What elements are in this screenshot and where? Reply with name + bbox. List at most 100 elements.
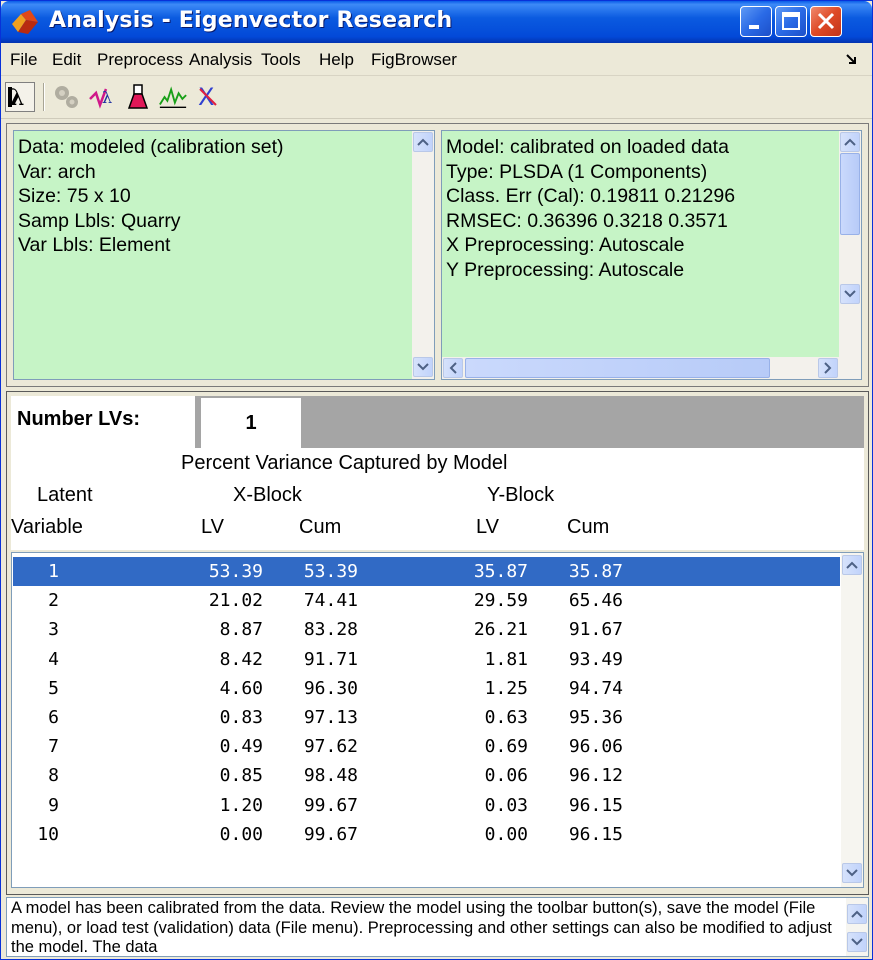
variance-title: Percent Variance Captured by Model (181, 452, 508, 474)
loadings-icon: λ (89, 88, 112, 109)
lv-selector-bar: Number LVs: 1 (11, 396, 864, 448)
y-lv-cell: 1.25 (484, 677, 528, 699)
table-row[interactable]: 9 1.20 99.67 0.03 96.15 (13, 791, 840, 820)
table-row[interactable]: 5 4.60 96.30 1.25 94.74 (13, 674, 840, 703)
table-row[interactable]: 3 8.87 83.28 26.21 91.67 (13, 615, 840, 644)
menu-edit[interactable]: Edit (52, 50, 81, 70)
x-cum-cell: 99.67 (303, 823, 358, 845)
x-lv-cell: 4.60 (219, 677, 263, 699)
close-button[interactable] (810, 6, 842, 37)
clear-model-button[interactable]: X (193, 82, 223, 112)
app-logo-icon (12, 10, 38, 34)
table-row[interactable]: 1 53.39 53.39 35.87 35.87 (13, 557, 840, 586)
model-info-hscrollbar[interactable] (442, 357, 861, 379)
model-info-panel[interactable]: Model: calibrated on loaded data Type: P… (441, 130, 862, 380)
scroll-right-button[interactable] (818, 358, 838, 378)
x-lv-cell: 21.02 (208, 590, 263, 612)
data-info-line: Var Lbls: Element (18, 234, 171, 256)
menu-file[interactable]: File (10, 50, 37, 70)
lambda-button[interactable]: λ (5, 82, 35, 112)
resize-arrow-icon[interactable] (845, 52, 859, 66)
minimize-icon (749, 25, 759, 29)
variance-header: Percent Variance Captured by Model Laten… (11, 448, 864, 550)
scroll-down-button[interactable] (840, 284, 860, 304)
table-row[interactable]: 6 0.83 97.13 0.63 95.36 (13, 703, 840, 732)
y-cum-cell: 96.15 (568, 823, 623, 845)
menu-help[interactable]: Help (319, 50, 354, 70)
y-cum-cell: 96.12 (568, 765, 623, 787)
scroll-down-button[interactable] (413, 357, 433, 377)
window-title: Analysis - Eigenvector Research (49, 8, 453, 33)
y-lv-cell: 1.81 (484, 648, 528, 670)
scroll-down-button[interactable] (842, 863, 862, 883)
flask-icon (127, 84, 149, 109)
table-row[interactable]: 7 0.49 97.62 0.69 96.06 (13, 732, 840, 761)
model-info-vscrollbar[interactable] (839, 131, 861, 357)
menu-figbrowser[interactable]: FigBrowser (371, 50, 457, 70)
x-lv-cell: 8.87 (219, 619, 263, 641)
scroll-thumb[interactable] (840, 153, 860, 235)
y-cum-cell: 96.06 (568, 736, 623, 758)
toolbar: λ λ X (1, 77, 872, 119)
scroll-up-button[interactable] (842, 555, 862, 575)
scroll-left-button[interactable] (443, 358, 463, 378)
maximize-button[interactable] (775, 6, 807, 37)
chevron-left-icon (449, 362, 457, 374)
calculate-button[interactable] (51, 82, 81, 112)
model-info-text: Model: calibrated on loaded data Type: P… (446, 135, 735, 282)
hscroll-thumb[interactable] (465, 358, 770, 378)
x-cum-cell: 99.67 (303, 794, 358, 816)
chevron-down-icon (846, 869, 858, 877)
number-lvs-input[interactable]: 1 (201, 398, 301, 448)
model-info-line: Type: PLSDA (1 Components) (446, 160, 708, 183)
scroll-up-button[interactable] (413, 132, 433, 152)
variance-scrollbar[interactable] (841, 553, 863, 887)
y-lv-cell: 0.06 (484, 765, 528, 787)
data-info-scrollbar[interactable] (412, 131, 434, 379)
title-bar[interactable]: Analysis - Eigenvector Research (1, 1, 872, 43)
minimize-button[interactable] (740, 6, 772, 37)
y-lv-header: LV (476, 516, 499, 538)
status-scrollbar[interactable] (846, 898, 868, 956)
lv-index-cell: 1 (48, 561, 59, 582)
scroll-down-button[interactable] (847, 932, 867, 952)
lv-label-box: Number LVs: (11, 396, 195, 448)
lv-index-cell: 9 (48, 794, 59, 816)
x-lv-cell: 0.83 (219, 707, 263, 728)
variance-table[interactable]: 1 53.39 53.39 35.87 35.87 2 21.02 74.41 29.59 65.… (11, 552, 864, 888)
x-lv-cell: 0.49 (219, 736, 263, 758)
spectra-button[interactable] (158, 82, 188, 112)
x-cum-cell: 53.39 (303, 561, 358, 582)
menu-analysis[interactable]: Analysis (189, 50, 252, 70)
menu-tools[interactable]: Tools (261, 50, 301, 70)
lv-index-cell: 7 (48, 736, 59, 758)
x-lv-cell: 1.20 (219, 794, 263, 816)
y-cum-cell: 94.74 (568, 677, 623, 699)
data-info-line: Var: arch (18, 160, 96, 183)
y-lv-cell: 35.87 (473, 561, 528, 582)
chevron-up-icon (417, 138, 429, 146)
x-cum-cell: 98.48 (303, 765, 358, 787)
table-row[interactable]: 10 0.00 99.67 0.00 96.15 (13, 820, 840, 849)
chevron-down-icon (844, 290, 856, 298)
status-panel[interactable]: A model has been calibrated from the dat… (6, 897, 869, 957)
chevron-up-icon (846, 561, 858, 569)
scroll-up-button[interactable] (847, 904, 867, 924)
scroll-up-button[interactable] (840, 132, 860, 152)
flask-button[interactable] (123, 82, 153, 112)
lv-index-cell: 2 (48, 590, 59, 612)
y-cum-cell: 35.87 (568, 561, 623, 582)
y-lv-cell: 0.69 (484, 736, 528, 758)
menu-preprocess[interactable]: Preprocess (97, 50, 183, 70)
table-row[interactable]: 8 0.85 98.48 0.06 96.12 (13, 761, 840, 790)
loadings-button[interactable]: λ (88, 82, 118, 112)
close-icon (817, 12, 835, 30)
y-cum-header: Cum (567, 516, 610, 538)
data-info-line: Samp Lbls: Quarry (18, 209, 181, 232)
lv-index-cell: 10 (37, 823, 59, 845)
lv-index-cell: 5 (48, 677, 59, 699)
data-info-panel[interactable]: Data: modeled (calibration set) Var: arc… (13, 130, 435, 380)
table-row[interactable]: 2 21.02 74.41 29.59 65.46 (13, 586, 840, 615)
chevron-down-icon (851, 938, 863, 946)
table-row[interactable]: 4 8.42 91.71 1.81 93.49 (13, 645, 840, 674)
